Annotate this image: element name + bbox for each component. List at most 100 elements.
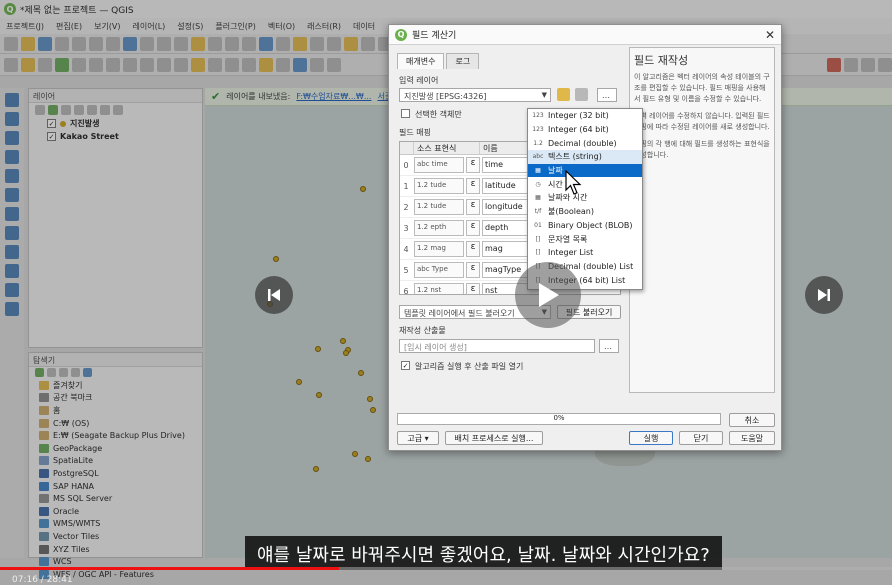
type-option-string-list[interactable]: [] 문자열 목록 [528, 232, 642, 246]
new-project-icon[interactable] [4, 36, 18, 51]
print-layout-icon[interactable] [72, 36, 86, 51]
paste-features-icon[interactable] [140, 57, 154, 72]
help-button[interactable]: 도움말 [729, 431, 775, 445]
source-expression-combo[interactable]: abc Type [414, 262, 464, 278]
filter-legend-icon[interactable] [74, 105, 84, 115]
expression-epsilon-icon[interactable]: ε [466, 241, 480, 257]
vertex-tool-icon[interactable] [72, 57, 86, 72]
menu-layer[interactable]: 레이어(L) [133, 21, 166, 32]
properties-icon[interactable] [83, 368, 92, 377]
type-option-blob[interactable]: 01 Binary Object (BLOB) [528, 219, 642, 233]
zoom-in-icon[interactable] [140, 36, 154, 51]
pin-labels-icon[interactable] [208, 57, 222, 72]
add-spatialite-icon[interactable] [5, 188, 19, 202]
new-layer-icon[interactable] [5, 302, 19, 316]
add-mesh-layer-icon[interactable] [5, 131, 19, 145]
expand-all-icon[interactable] [87, 105, 97, 115]
layout-manager-icon[interactable] [89, 36, 103, 51]
rotate-label-icon[interactable] [259, 57, 273, 72]
zoom-layer-icon[interactable] [191, 36, 205, 51]
identify-icon[interactable] [310, 36, 324, 51]
type-option-boolean[interactable]: t/f 불(Boolean) [528, 205, 642, 219]
browser-item-xyz-tiles[interactable]: XYZ Tiles [29, 543, 202, 556]
message-link[interactable]: F:₩수업자료₩...₩... [296, 91, 371, 102]
open-after-checkbox[interactable]: ✓ [401, 361, 410, 370]
type-option-text[interactable]: abc 텍스트 (string) [528, 150, 642, 164]
redo-icon[interactable] [174, 57, 188, 72]
add-vector-layer-icon[interactable] [5, 93, 19, 107]
selected-only-checkbox[interactable] [401, 109, 410, 118]
previous-video-button[interactable] [255, 276, 293, 314]
tab-parameters[interactable]: 매개변수 [397, 53, 445, 69]
browser-item-postgresql[interactable]: PostgreSQL [29, 467, 202, 480]
plugin-settings-icon[interactable] [878, 57, 892, 72]
type-option-integer-list[interactable]: [] Integer List [528, 246, 642, 260]
pan-to-selection-icon[interactable] [123, 36, 137, 51]
change-label-icon[interactable] [276, 57, 290, 72]
text-annotation-icon[interactable] [327, 57, 341, 72]
browser-item-c-drive[interactable]: C:₩ (OS) [29, 417, 202, 430]
add-mssql-icon[interactable] [5, 226, 19, 240]
menu-raster[interactable]: 래스터(R) [307, 21, 341, 32]
next-video-button[interactable] [805, 276, 843, 314]
iterate-icon[interactable] [557, 88, 570, 101]
diagram-icon[interactable] [293, 57, 307, 72]
close-icon[interactable]: ✕ [765, 28, 775, 42]
copy-features-icon[interactable] [123, 57, 137, 72]
attribute-table-icon[interactable] [361, 36, 375, 51]
collapse-browser-icon[interactable] [71, 368, 80, 377]
toggle-editing-icon[interactable] [21, 57, 35, 72]
manage-themes-icon[interactable] [61, 105, 71, 115]
wrench-icon[interactable] [575, 88, 588, 101]
source-expression-combo[interactable]: 1.2 tude [414, 178, 464, 194]
expression-epsilon-icon[interactable]: ε [466, 199, 480, 215]
menu-edit[interactable]: 편집(E) [56, 21, 82, 32]
plugin-grid-icon[interactable] [861, 57, 875, 72]
show-labels-icon[interactable] [225, 57, 239, 72]
add-raster-layer-icon[interactable] [5, 112, 19, 126]
move-label-icon[interactable] [242, 57, 256, 72]
add-group-icon[interactable] [48, 105, 58, 115]
source-expression-combo[interactable]: 1.2 epth [414, 220, 464, 236]
type-option-integer-32[interactable]: 123 Integer (32 bit) [528, 109, 642, 123]
layer-visibility-checkbox[interactable]: ✓ [47, 132, 56, 141]
input-layer-browse-button[interactable]: … [597, 88, 617, 102]
deselect-icon[interactable] [344, 36, 358, 51]
label-tool-icon[interactable] [191, 57, 205, 72]
browser-item-wms[interactable]: WMS/WMTS [29, 518, 202, 531]
expression-epsilon-icon[interactable]: ε [466, 157, 480, 173]
browser-item-oracle[interactable]: Oracle [29, 505, 202, 518]
add-wcs-icon[interactable] [5, 264, 19, 278]
menu-settings[interactable]: 설정(S) [177, 21, 203, 32]
remove-layer-icon[interactable] [113, 105, 123, 115]
add-delimited-text-icon[interactable] [5, 150, 19, 164]
browser-item-bookmarks[interactable]: 공간 북마크 [29, 392, 202, 405]
layer-visibility-checkbox[interactable]: ✓ [47, 119, 56, 128]
browser-item-mssql[interactable]: MS SQL Server [29, 492, 202, 505]
add-geopackage-icon[interactable] [5, 169, 19, 183]
plugin-red-icon[interactable] [827, 57, 841, 72]
output-field[interactable]: [임시 레이어 생성] [399, 339, 595, 353]
edits-icon[interactable] [4, 57, 18, 72]
annotation-icon[interactable] [310, 57, 324, 72]
source-expression-combo[interactable]: abc time [414, 157, 464, 173]
zoom-last-icon[interactable] [225, 36, 239, 51]
layer-item-earthquake[interactable]: ✓ 지진발생 [29, 117, 202, 130]
source-expression-combo[interactable]: 1.2 nst [414, 283, 464, 294]
expression-epsilon-icon[interactable]: ε [466, 262, 480, 278]
add-postgis-icon[interactable] [5, 207, 19, 221]
menu-plugins[interactable]: 플러그인(P) [215, 21, 256, 32]
output-browse-button[interactable]: … [599, 339, 619, 353]
delete-selected-icon[interactable] [89, 57, 103, 72]
zoom-next-icon[interactable] [242, 36, 256, 51]
add-wms-icon[interactable] [5, 245, 19, 259]
expression-epsilon-icon[interactable]: ε [466, 178, 480, 194]
source-expression-combo[interactable]: 1.2 tude [414, 199, 464, 215]
zoom-out-icon[interactable] [157, 36, 171, 51]
menu-project[interactable]: 프로젝트(J) [6, 21, 44, 32]
undo-icon[interactable] [157, 57, 171, 72]
select-icon[interactable] [327, 36, 341, 51]
save-project-icon[interactable] [38, 36, 52, 51]
zoom-full-icon[interactable] [174, 36, 188, 51]
type-option-date[interactable]: ▦ 날짜 [528, 163, 642, 178]
